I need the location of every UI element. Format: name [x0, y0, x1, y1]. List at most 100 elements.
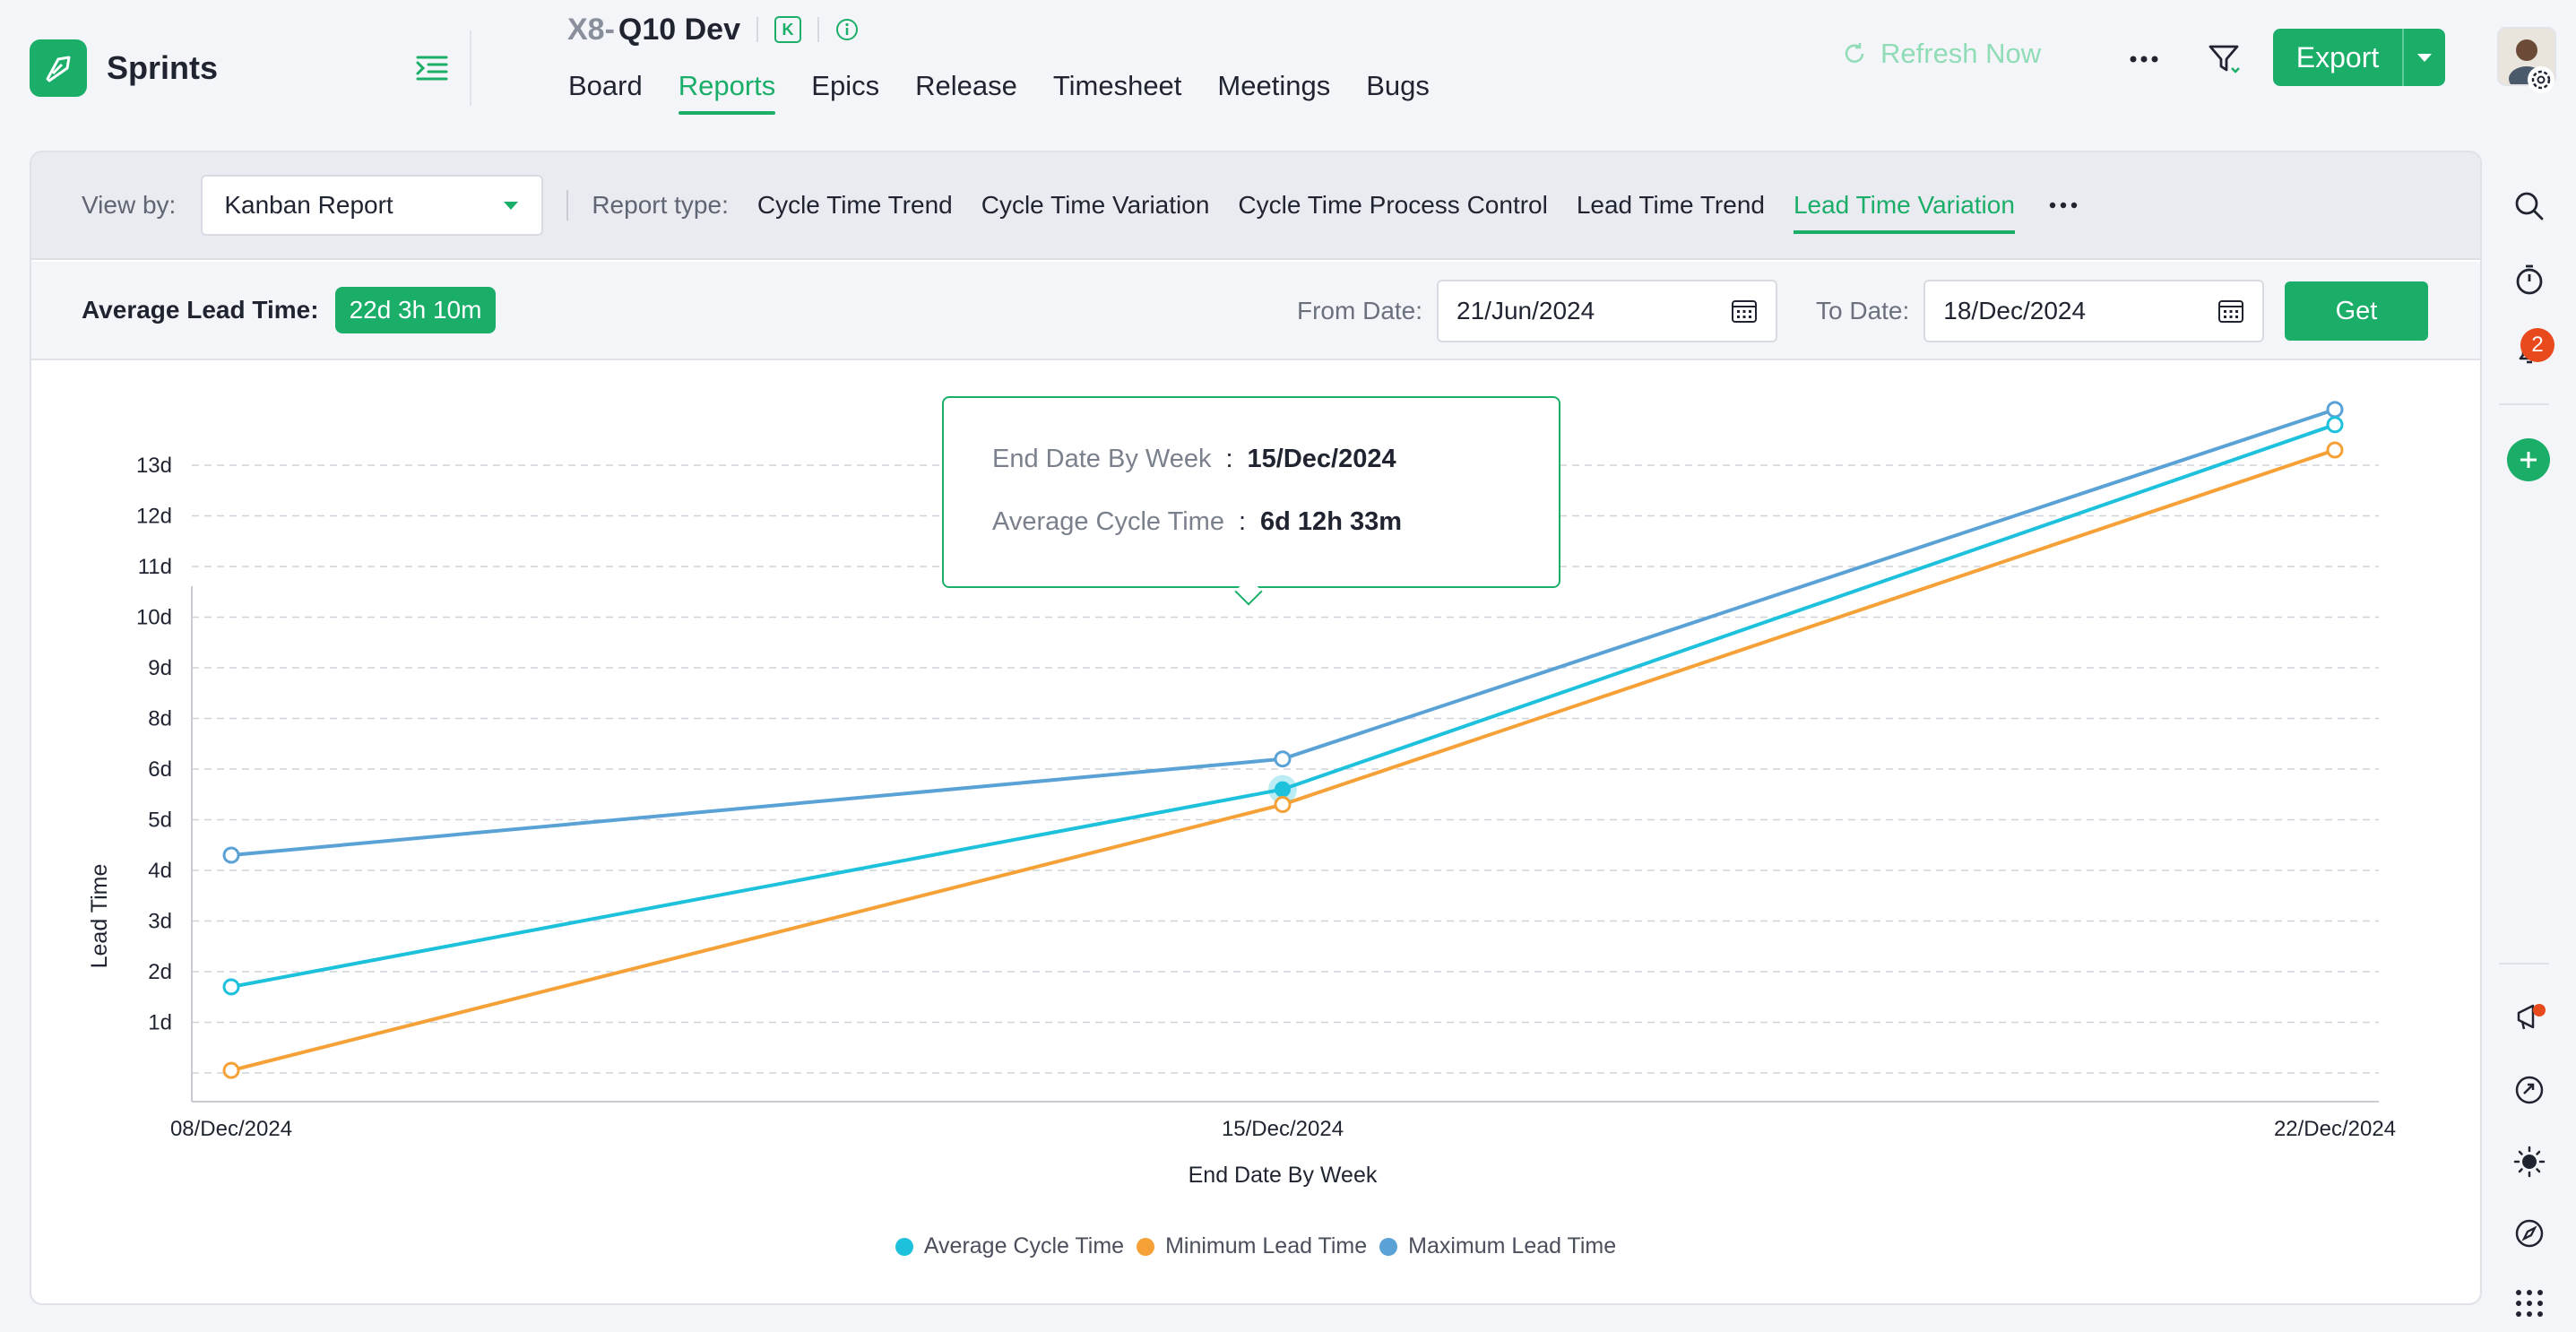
- tab-cycle-time-process-control[interactable]: Cycle Time Process Control: [1238, 191, 1547, 220]
- project-title: X8- Q10 Dev K: [567, 11, 859, 48]
- apps-grid-icon[interactable]: [2511, 1285, 2547, 1321]
- refresh-icon: [1845, 43, 1864, 63]
- legend-item-minimum-lead-time[interactable]: Minimum Lead Time: [1137, 1233, 1367, 1259]
- data-point: [2326, 401, 2344, 419]
- tab-cycle-time-trend[interactable]: Cycle Time Trend: [757, 191, 953, 220]
- get-button[interactable]: Get: [2285, 281, 2428, 341]
- report-card: View by: Kanban Report Report type: Cycl…: [30, 151, 2482, 1305]
- tab-lead-time-trend[interactable]: Lead Time Trend: [1577, 191, 1765, 220]
- y-tick-label: 2d: [148, 960, 172, 984]
- calendar-icon[interactable]: [1731, 298, 1758, 324]
- legend-dot: [1137, 1237, 1155, 1256]
- timer-icon[interactable]: [2511, 262, 2547, 298]
- theme-sun-icon[interactable]: [2511, 1144, 2547, 1180]
- refresh-label: Refresh Now: [1880, 38, 2042, 69]
- tab-cycle-time-variation[interactable]: Cycle Time Variation: [981, 191, 1210, 220]
- y-tick-label: 8d: [148, 707, 172, 731]
- y-tick-label: 13d: [136, 454, 172, 478]
- more-options-icon[interactable]: [2126, 41, 2162, 77]
- nav-reports[interactable]: Reports: [678, 65, 775, 115]
- chart-tooltip: End Date By Week : 15/Dec/2024 Average C…: [942, 396, 1560, 588]
- divider: [2499, 403, 2549, 405]
- to-date-group: To Date: 18/Dec/2024: [1816, 280, 2265, 342]
- average-lead-time-badge: 22d 3h 10m: [334, 287, 497, 333]
- y-axis-title: Lead Time: [87, 864, 112, 969]
- data-point: [1274, 750, 1292, 768]
- legend-label: Maximum Lead Time: [1408, 1233, 1617, 1258]
- project-prefix: X8-: [567, 12, 615, 47]
- y-tick-label: 11d: [138, 555, 172, 579]
- data-point: [2326, 416, 2344, 434]
- data-point: [222, 1061, 240, 1079]
- y-tick-label: 5d: [148, 809, 172, 833]
- integration-icon[interactable]: [2511, 1072, 2547, 1108]
- from-date-input[interactable]: 21/Jun/2024: [1437, 280, 1778, 342]
- notification-count-badge: 2: [2520, 328, 2554, 362]
- data-point: [2326, 441, 2344, 459]
- to-date-label: To Date:: [1816, 297, 1910, 324]
- y-tick-label: 10d: [136, 606, 172, 630]
- chevron-down-icon: [504, 202, 519, 210]
- divider: [756, 17, 759, 42]
- nav-bugs[interactable]: Bugs: [1366, 65, 1430, 108]
- kanban-badge[interactable]: K: [774, 16, 802, 43]
- divider: [817, 17, 820, 42]
- tooltip-row: End Date By Week : 15/Dec/2024: [992, 445, 1396, 473]
- divider: [566, 190, 569, 221]
- from-date-label: From Date:: [1297, 297, 1423, 324]
- settings-gear-icon[interactable]: [2528, 66, 2554, 93]
- view-by-label: View by:: [82, 191, 177, 219]
- from-date-group: From Date: 21/Jun/2024: [1297, 280, 1778, 342]
- export-dropdown-icon[interactable]: [2404, 52, 2445, 63]
- project-name[interactable]: Q10 Dev: [618, 13, 740, 48]
- refresh-now-button[interactable]: Refresh Now: [1841, 38, 2041, 70]
- add-icon[interactable]: [2507, 438, 2550, 481]
- nav-board[interactable]: Board: [568, 65, 643, 108]
- to-date-input[interactable]: 18/Dec/2024: [1923, 280, 2265, 342]
- info-icon[interactable]: [835, 18, 859, 41]
- calendar-icon[interactable]: [2217, 298, 2244, 324]
- sprints-logo-icon: [30, 39, 87, 97]
- tab-lead-time-variation[interactable]: Lead Time Variation: [1793, 191, 2015, 234]
- nav-release[interactable]: Release: [915, 65, 1017, 108]
- nav-meetings[interactable]: Meetings: [1217, 65, 1330, 108]
- legend-item-maximum-lead-time[interactable]: Maximum Lead Time: [1379, 1233, 1616, 1259]
- view-by-value: Kanban Report: [224, 191, 393, 219]
- export-button[interactable]: Export: [2273, 29, 2445, 86]
- view-by-select[interactable]: Kanban Report: [201, 175, 544, 236]
- nav-timesheet[interactable]: Timesheet: [1053, 65, 1182, 108]
- legend-dot: [1379, 1237, 1398, 1256]
- to-date-value: 18/Dec/2024: [1943, 297, 2087, 324]
- header-divider: [470, 30, 471, 106]
- search-icon[interactable]: [2511, 188, 2547, 224]
- y-tick-label: 12d: [136, 505, 172, 529]
- export-label: Export: [2295, 40, 2380, 74]
- divider: [2499, 963, 2549, 964]
- nav-epics[interactable]: Epics: [811, 65, 879, 108]
- y-tick-label: 3d: [148, 910, 172, 934]
- compass-icon[interactable]: [2511, 1215, 2547, 1251]
- data-point: [222, 978, 240, 996]
- legend-item-average-cycle-time[interactable]: Average Cycle Time: [895, 1233, 1124, 1259]
- filter-icon[interactable]: [2205, 39, 2244, 79]
- x-tick-label: 08/Dec/2024: [170, 1117, 292, 1141]
- x-axis-title: End Date By Week: [1189, 1163, 1378, 1188]
- report-toolbar: View by: Kanban Report Report type: Cycl…: [31, 152, 2480, 260]
- y-tick-label: 6d: [148, 757, 172, 782]
- report-type-label: Report type:: [592, 191, 729, 219]
- y-tick-label: 1d: [148, 1011, 172, 1035]
- legend-label: Average Cycle Time: [923, 1233, 1125, 1258]
- tooltip-row: Average Cycle Time : 6d 12h 33m: [992, 507, 1403, 536]
- app-brand[interactable]: Sprints: [30, 39, 218, 97]
- report-filters: Average Lead Time: 22d 3h 10m From Date:…: [31, 262, 2480, 360]
- tooltip-key: End Date By Week: [992, 445, 1212, 473]
- more-report-types-icon[interactable]: [2045, 192, 2081, 219]
- sidebar-toggle-icon[interactable]: [414, 50, 450, 86]
- main-nav: Board Reports Epics Release Timesheet Me…: [568, 65, 1465, 115]
- tooltip-key: Average Cycle Time: [992, 507, 1224, 536]
- y-tick-label: 4d: [148, 859, 172, 883]
- data-point: [1275, 781, 1291, 798]
- x-tick-label: 15/Dec/2024: [1222, 1117, 1344, 1141]
- x-tick-label: 22/Dec/2024: [2274, 1117, 2396, 1141]
- chart-legend: Average Cycle Time Minimum Lead Time Max…: [31, 1233, 2480, 1259]
